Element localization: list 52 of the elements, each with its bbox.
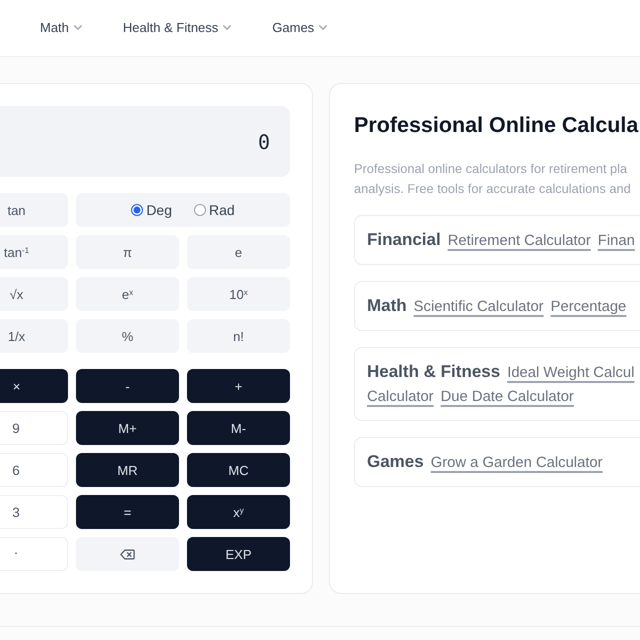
function-key[interactable]: e$^{x}$ (76, 277, 179, 311)
chevron-down-icon (74, 24, 82, 30)
category-label: Math (367, 295, 407, 317)
calculator-link[interactable]: Due Date Calculator (440, 386, 574, 408)
radio-button[interactable] (131, 204, 144, 216)
operator-key[interactable]: MC (187, 453, 290, 487)
angle-mode-option[interactable]: Deg (131, 202, 172, 218)
operator-key[interactable]: EXP (187, 537, 290, 571)
description-text: analysis. Free tools for accurate calculations and (354, 180, 631, 198)
operator-key[interactable]: × (0, 369, 68, 403)
digit-key[interactable]: 3 (0, 495, 68, 529)
calculator-link[interactable]: Scientific Calculator (414, 296, 544, 318)
operator-key[interactable]: x$^{y}$ (187, 495, 290, 529)
category-label: Financial (367, 229, 441, 251)
calculator-link[interactable]: Finan (598, 230, 635, 252)
function-key[interactable]: % (76, 319, 179, 353)
angle-mode-option[interactable]: Rad (194, 202, 235, 218)
calculator-display: 0 (0, 106, 290, 177)
operator-key[interactable]: = (76, 495, 179, 529)
function-key[interactable]: 10$^{x}$ (187, 277, 290, 311)
category-label: Games (367, 451, 424, 473)
backspace-key[interactable] (76, 537, 179, 571)
category-label: Health & Fitness (367, 361, 500, 383)
calculator-link[interactable]: Retirement Calculator (448, 230, 591, 252)
digit-key[interactable]: 6 (0, 453, 68, 487)
operator-key[interactable]: M+ (76, 411, 179, 445)
function-key[interactable]: 1/x (0, 319, 68, 353)
function-key[interactable]: √x (0, 277, 68, 311)
backspace-icon (120, 548, 135, 560)
function-key[interactable]: tan (0, 193, 68, 227)
nav-menu-item[interactable]: Health & Fitness (122, 20, 232, 34)
calculator-link[interactable]: Calculator (367, 386, 434, 408)
function-key[interactable]: π (76, 235, 179, 269)
decimal-point-key[interactable]: . (0, 537, 68, 571)
operator-key[interactable]: - (76, 369, 179, 403)
page-title: Professional Online Calcula (354, 112, 638, 138)
function-key[interactable]: tan$^{-1}$ (0, 235, 68, 269)
nav-menu-item[interactable]: Math (40, 20, 82, 34)
description-text: Professional online calculators for retirement pla (354, 160, 628, 178)
chevron-down-icon (223, 24, 232, 30)
calculator-link[interactable]: Percentage (550, 296, 626, 318)
chevron-down-icon (319, 24, 328, 30)
calculator-link[interactable]: Ideal Weight Calcul (507, 362, 634, 384)
operator-key[interactable]: M- (187, 411, 290, 445)
function-key[interactable]: n! (187, 319, 290, 353)
radio-button[interactable] (194, 204, 206, 216)
nav-menu-item[interactable]: Games (272, 20, 328, 34)
function-key[interactable]: e (187, 235, 290, 269)
operator-key[interactable]: MR (76, 453, 179, 487)
digit-key[interactable]: 9 (0, 411, 68, 445)
calculator-link[interactable]: Grow a Garden Calculator (430, 452, 603, 474)
operator-key[interactable]: + (187, 369, 290, 403)
